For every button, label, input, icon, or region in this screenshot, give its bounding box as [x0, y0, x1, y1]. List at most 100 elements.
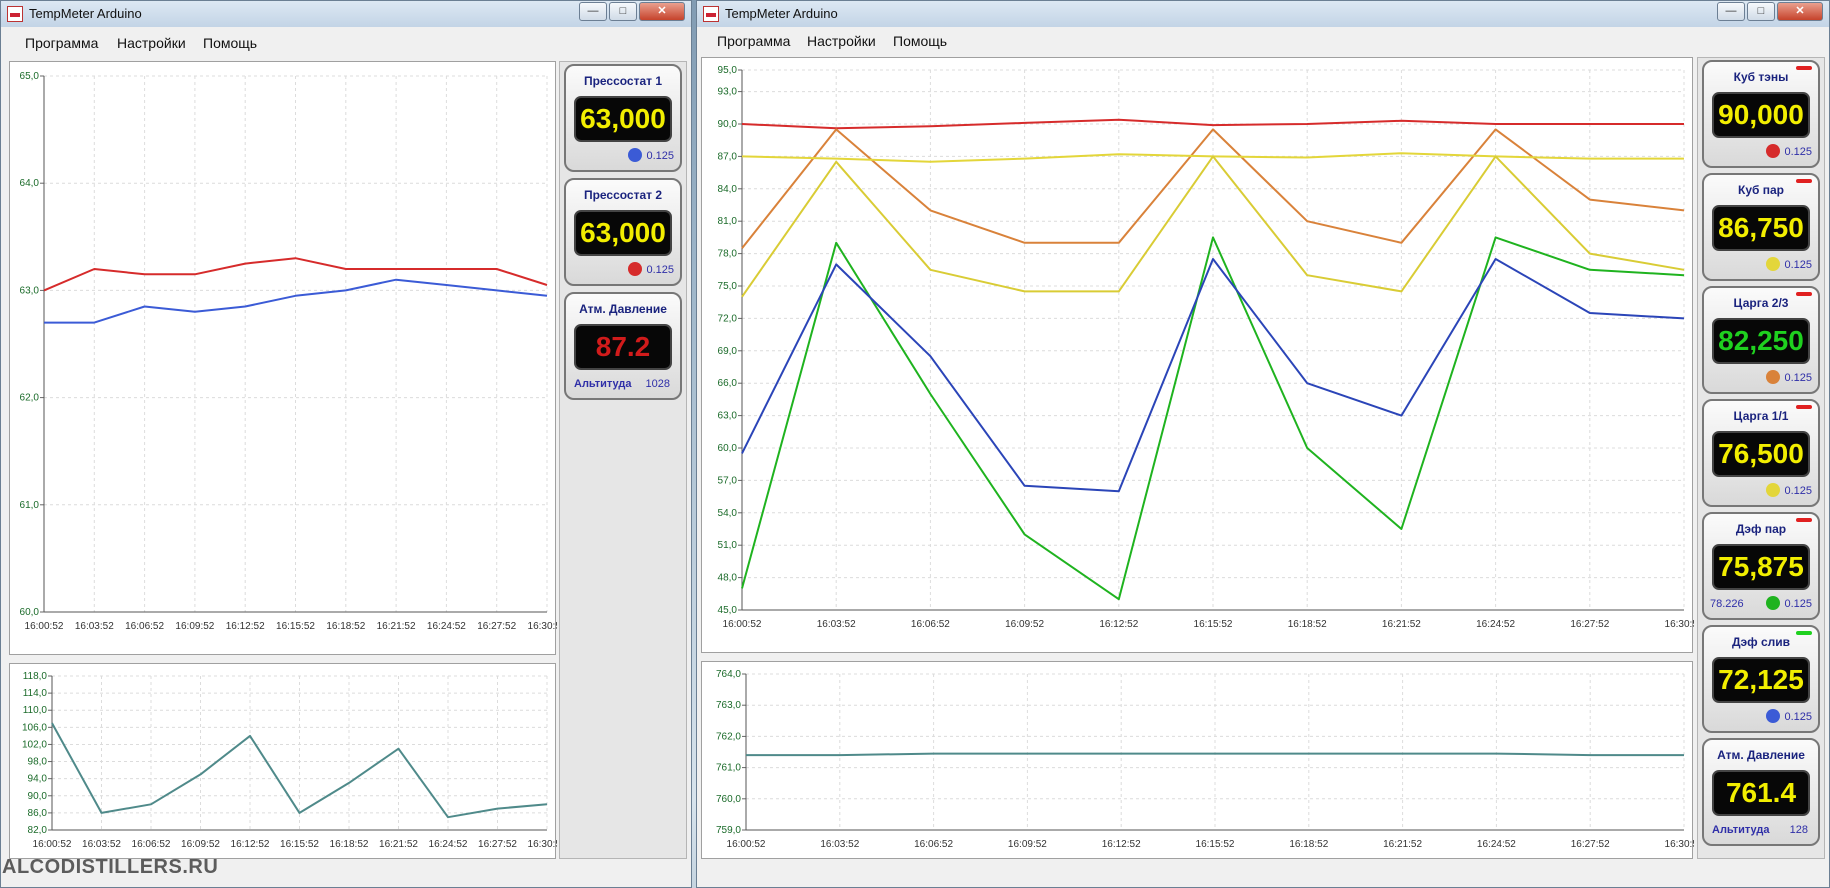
indicator-dot-icon	[1766, 257, 1780, 271]
x-tick-label: 16:15:52	[1196, 839, 1235, 850]
minimize-icon[interactable]: —	[1717, 2, 1745, 21]
x-tick-label: 16:06:52	[132, 839, 171, 850]
x-tick-label: 16:24:52	[1476, 619, 1515, 630]
y-tick-label: 86,0	[28, 808, 48, 819]
y-tick-label: 90,0	[718, 119, 738, 130]
close-icon[interactable]: ✕	[639, 2, 685, 21]
card-atm-pressure: Атм. Давление 87.2 Альтитуда 1028	[564, 292, 682, 400]
card-atm-pressure: Атм. Давление 761.4 Альтитуда 128	[1702, 738, 1820, 846]
card-pressostat-1: Прессостат 1 63,000 0.125	[564, 64, 682, 172]
maximize-icon[interactable]: □	[609, 2, 637, 21]
x-tick-label: 16:15:52	[276, 621, 315, 632]
menubar: Программа Настройки Помощь	[1, 27, 691, 57]
card-title: Куб тэны	[1733, 70, 1789, 84]
right-titlebar[interactable]: TempMeter Arduino — □ ✕	[697, 1, 1829, 28]
y-tick-label: 60,0	[718, 443, 738, 454]
y-tick-label: 102,0	[22, 739, 47, 750]
x-tick-label: 16:21:52	[1383, 839, 1422, 850]
card-tsarga-2-3: Царга 2/3 82,250 0.125	[1702, 286, 1820, 394]
indicator-dot-icon	[1766, 709, 1780, 723]
x-tick-label: 16:12:52	[1099, 619, 1138, 630]
lcd-value: 72,125	[1712, 657, 1810, 703]
x-tick-label: 16:03:52	[82, 839, 121, 850]
menu-help[interactable]: Помощь	[893, 33, 947, 49]
x-tick-label: 16:09:52	[1008, 839, 1047, 850]
y-tick-label: 87,0	[718, 151, 738, 162]
chart-secondary-panel: 16:00:52 16:03:52 16:06:52 16:09:52 16:12:52…	[9, 663, 557, 859]
x-tick-label: 16:00:52	[25, 621, 64, 632]
card-extra-value: 78.226	[1710, 598, 1744, 610]
menubar: Программа Настройки Помощь	[697, 27, 1829, 57]
card-step: 0.125	[1784, 485, 1812, 497]
y-tick-label: 48,0	[718, 573, 738, 584]
minimize-icon[interactable]: —	[579, 2, 607, 21]
card-title: Куб пар	[1738, 183, 1784, 197]
y-tick-label: 72,0	[718, 313, 738, 324]
x-tick-label: 16:06:52	[914, 839, 953, 850]
temperature-chart: 16:00:52 16:03:52 16:06:52 16:09:52 16:12:52…	[718, 65, 1694, 630]
y-tick-label: 110,0	[23, 705, 48, 716]
menu-program[interactable]: Программа	[717, 33, 790, 49]
x-tick-label: 16:27:52	[478, 839, 517, 850]
x-tick-label: 16:21:52	[377, 621, 416, 632]
x-tick-label: 16:27:52	[477, 621, 516, 632]
card-title: Царга 1/1	[1733, 409, 1789, 423]
lcd-value: 63,000	[574, 210, 672, 256]
x-tick-label: 16:24:52	[1477, 839, 1516, 850]
y-tick-label: 761,0	[716, 763, 741, 774]
x-tick-label: 16:09:52	[181, 839, 220, 850]
y-tick-label: 763,0	[716, 700, 741, 711]
indicator-dot-icon	[628, 262, 642, 276]
x-tick-label: 16:00:52	[723, 619, 762, 630]
lcd-value: 75,875	[1712, 544, 1810, 590]
menu-program[interactable]: Программа	[25, 35, 98, 51]
indicator-dot-icon	[1766, 144, 1780, 158]
x-tick-label: 16:30:52	[1665, 839, 1694, 850]
lcd-value: 86,750	[1712, 205, 1810, 251]
x-tick-label: 16:15:52	[1194, 619, 1233, 630]
y-tick-label: 759,0	[716, 825, 741, 836]
card-pressostat-2: Прессостат 2 63,000 0.125	[564, 178, 682, 286]
indicator-dot-icon	[1766, 370, 1780, 384]
y-tick-label: 57,0	[718, 475, 738, 486]
x-tick-label: 16:24:52	[429, 839, 468, 850]
left-titlebar[interactable]: TempMeter Arduino — □ ✕	[1, 1, 691, 28]
window-title: TempMeter Arduino	[29, 6, 142, 21]
y-tick-label: 45,0	[718, 605, 738, 616]
menu-settings[interactable]: Настройки	[807, 33, 876, 49]
watermark: ALCODISTILLERS.RU	[2, 856, 219, 878]
card-tsarga-1-1: Царга 1/1 76,500 0.125	[1702, 399, 1820, 507]
menu-settings[interactable]: Настройки	[117, 35, 186, 51]
y-tick-label: 90,0	[28, 791, 48, 802]
window-title: TempMeter Arduino	[725, 6, 838, 21]
y-tick-label: 760,0	[716, 794, 741, 805]
card-def-par: Дэф пар 75,875 78.226 0.125	[1702, 512, 1820, 620]
x-tick-label: 16:27:52	[1570, 619, 1609, 630]
close-icon[interactable]: ✕	[1777, 2, 1823, 21]
y-tick-label: 69,0	[718, 346, 738, 357]
x-tick-label: 16:21:52	[379, 839, 418, 850]
app-icon	[703, 6, 719, 22]
x-tick-label: 16:09:52	[1005, 619, 1044, 630]
y-tick-label: 95,0	[718, 65, 738, 76]
altitude-value: 1028	[645, 378, 670, 390]
card-title: Дэф пар	[1735, 522, 1787, 536]
x-tick-label: 16:03:52	[75, 621, 114, 632]
y-tick-label: 51,0	[718, 540, 738, 551]
secondary-chart: 16:00:52 16:03:52 16:06:52 16:09:52 16:12:52…	[22, 671, 557, 850]
maximize-icon[interactable]: □	[1747, 2, 1775, 21]
x-tick-label: 16:21:52	[1382, 619, 1421, 630]
x-tick-label: 16:30:52	[528, 839, 557, 850]
x-tick-label: 16:06:52	[125, 621, 164, 632]
card-title: Дэф слив	[1731, 635, 1791, 649]
menu-help[interactable]: Помощь	[203, 35, 257, 51]
card-def-sliv: Дэф слив 72,125 0.125	[1702, 625, 1820, 733]
lcd-value: 90,000	[1712, 92, 1810, 138]
card-step: 0.125	[1784, 372, 1812, 384]
y-tick-label: 762,0	[716, 731, 741, 742]
card-step: 0.125	[1784, 259, 1812, 271]
lcd-value: 76,500	[1712, 431, 1810, 477]
y-tick-label: 63,0	[20, 285, 40, 296]
x-tick-label: 16:12:52	[1102, 839, 1141, 850]
right-window: TempMeter Arduino — □ ✕ Программа Настро…	[696, 0, 1830, 888]
